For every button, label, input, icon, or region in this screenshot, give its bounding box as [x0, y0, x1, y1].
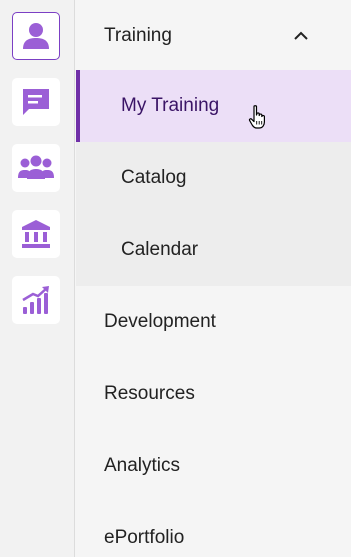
menu-item-training-label: Training	[104, 25, 172, 46]
chat-icon	[19, 85, 53, 119]
menu-item-analytics[interactable]: Analytics	[76, 430, 351, 502]
rail-button-analytics[interactable]	[12, 276, 60, 324]
menu-item-eportfolio[interactable]: ePortfolio	[76, 502, 351, 557]
submenu-item-label: My Training	[121, 95, 220, 116]
menu-item-label: Development	[104, 311, 216, 332]
app: Training My Training Catalog Calendar De…	[0, 0, 351, 557]
menu-item-training[interactable]: Training	[76, 0, 351, 72]
institution-icon	[19, 217, 53, 251]
person-icon	[19, 19, 53, 53]
submenu-item-catalog[interactable]: Catalog	[76, 142, 351, 214]
submenu-item-label: Calendar	[121, 239, 199, 260]
submenu-item-calendar[interactable]: Calendar	[76, 214, 351, 286]
analytics-chart-icon	[19, 283, 53, 317]
rail-button-profile[interactable]	[12, 12, 60, 60]
submenu-item-my-training[interactable]: My Training	[76, 70, 351, 142]
rail-button-groups[interactable]	[12, 144, 60, 192]
chevron-up-icon	[294, 31, 308, 40]
menu-item-label: ePortfolio	[104, 527, 185, 548]
navigation-menu: Training My Training Catalog Calendar De…	[76, 0, 351, 557]
menu-item-development[interactable]: Development	[76, 286, 351, 358]
group-icon	[17, 151, 55, 185]
rail-button-institution[interactable]	[12, 210, 60, 258]
menu-item-resources[interactable]: Resources	[76, 358, 351, 430]
icon-rail	[0, 0, 75, 557]
submenu-item-label: Catalog	[121, 167, 187, 188]
menu-item-label: Analytics	[104, 455, 181, 476]
menu-item-label: Resources	[104, 383, 195, 404]
rail-button-messages[interactable]	[12, 78, 60, 126]
